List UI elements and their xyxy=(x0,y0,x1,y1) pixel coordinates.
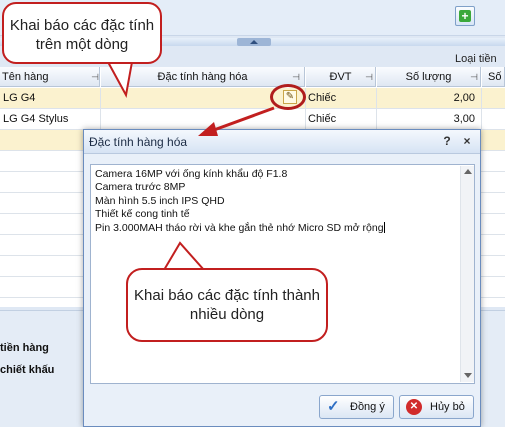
cell-so-luong[interactable]: 3,00 xyxy=(377,109,482,130)
column-header-so-luong[interactable]: Số lượng ⊣ xyxy=(377,67,481,87)
column-header-dac-tinh[interactable]: Đặc tính hàng hóa ⊣ xyxy=(101,67,305,87)
text-line: Pin 3.000MAH tháo rời và khe gắn thẻ nhớ… xyxy=(95,221,384,234)
scroll-down-icon[interactable] xyxy=(464,373,472,378)
ok-button[interactable]: ✓ Đồng ý xyxy=(319,395,394,419)
highlight-circle xyxy=(270,84,306,110)
pin-icon[interactable]: ⊣ xyxy=(90,67,99,86)
text-line: Màn hình 5.5 inch IPS QHD xyxy=(95,194,225,207)
dialog-title: Đặc tính hàng hóa xyxy=(89,135,188,149)
add-button[interactable]: + xyxy=(455,6,475,26)
cell-ten-hang[interactable]: LG G4 Stylus xyxy=(0,109,101,130)
cell-so-luong[interactable]: 2,00 xyxy=(377,88,482,109)
column-header-dvt[interactable]: ĐVT ⊣ xyxy=(306,67,376,87)
column-header-label: Số lượng xyxy=(405,71,452,83)
collapse-up-icon[interactable] xyxy=(237,38,271,46)
close-button[interactable]: × xyxy=(460,134,474,150)
summary-label-chiet-khau: chiết khấu xyxy=(0,364,55,376)
column-header-label: Đặc tính hàng hóa xyxy=(157,71,248,83)
dialog-title-bar[interactable]: Đặc tính hàng hóa ? × xyxy=(84,130,480,154)
cell-dvt[interactable]: Chiếc xyxy=(306,88,377,109)
callout-single-line: Khai báo các đặc tính trên một dòng xyxy=(2,2,162,64)
table-row[interactable]: LG G4 Chiếc 2,00 xyxy=(0,88,505,109)
scroll-up-icon[interactable] xyxy=(464,169,472,174)
column-header-label: ĐVT xyxy=(329,71,352,83)
cell-ten-hang[interactable]: LG G4 xyxy=(0,88,101,109)
summary-label-tien-hang: tiền hàng xyxy=(0,342,49,354)
cell-dac-tinh[interactable] xyxy=(101,109,306,130)
text-line: Camera trước 8MP xyxy=(95,181,186,194)
checkmark-icon: ✓ xyxy=(327,398,340,415)
help-button[interactable]: ? xyxy=(440,134,454,150)
textarea-content[interactable]: Camera 16MP với ống kính khẩu độ F1.8 Ca… xyxy=(95,168,457,235)
cell-dvt[interactable]: Chiếc xyxy=(306,109,377,130)
cancel-button-label: Hủy bỏ xyxy=(430,401,465,413)
pin-icon[interactable]: ⊣ xyxy=(364,67,374,86)
text-caret xyxy=(383,221,385,233)
pin-icon[interactable]: ⊣ xyxy=(469,67,479,86)
vertical-scrollbar[interactable] xyxy=(460,166,474,382)
cancel-icon: ✕ xyxy=(406,399,422,415)
callout-multi-line: Khai báo các đặc tính thành nhiều dòng xyxy=(126,268,328,342)
column-header-label: Số l xyxy=(488,71,504,83)
column-header-label: Tên hàng xyxy=(2,71,49,83)
column-header-so-luong-2[interactable]: Số l xyxy=(482,67,505,87)
text-line: Thiết kế cong tinh tế xyxy=(95,208,190,221)
table-row[interactable]: LG G4 Stylus Chiếc 3,00 xyxy=(0,109,505,130)
cancel-button[interactable]: ✕ Hủy bỏ xyxy=(399,395,474,419)
column-header-ten-hang[interactable]: Tên hàng ⊣ xyxy=(0,67,100,87)
text-line: Camera 16MP với ống kính khẩu độ F1.8 xyxy=(95,168,288,180)
currency-type-label: Loại tiền xyxy=(455,53,497,65)
plus-icon: + xyxy=(459,10,471,22)
ok-button-label: Đồng ý xyxy=(350,401,385,413)
